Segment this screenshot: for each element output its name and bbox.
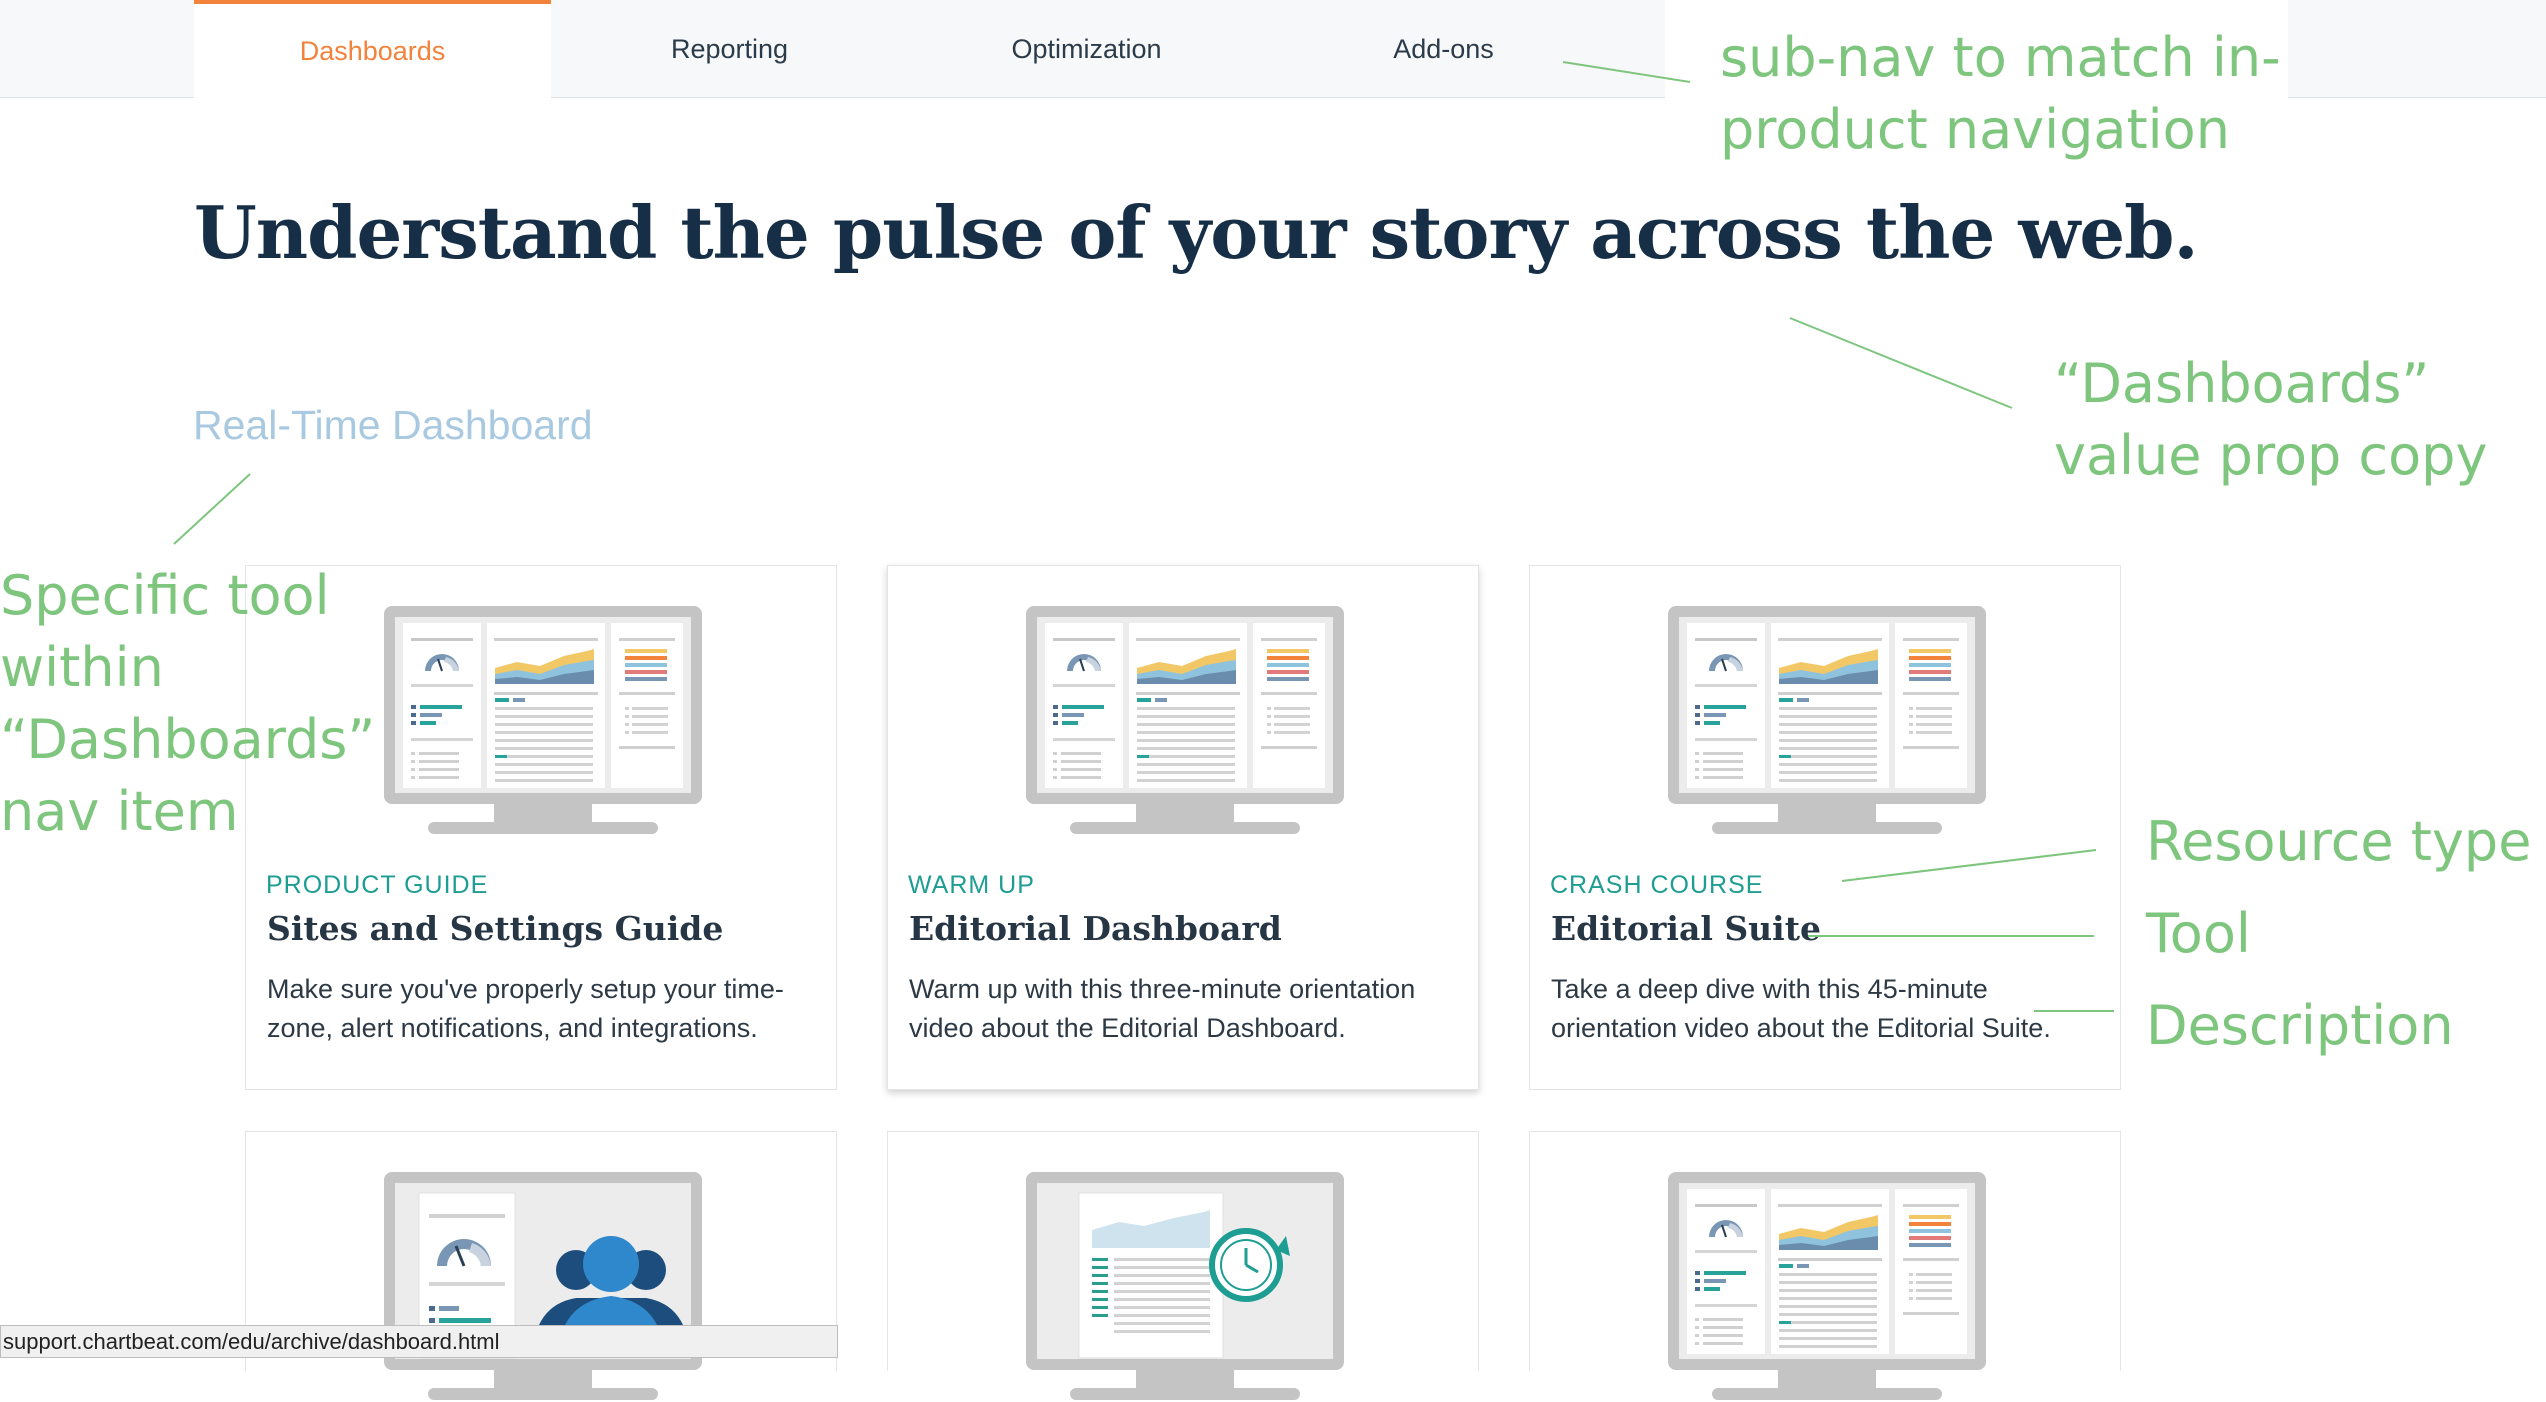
monitor-dashboard-icon (1024, 604, 1346, 836)
status-bar-url: support.chartbeat.com/edu/archive/dashbo… (0, 1325, 838, 1358)
card-description: Take a deep dive with this 45-minute ori… (1551, 974, 2051, 1043)
annotation-value-prop: “Dashboards” value prop copy (2054, 348, 2487, 492)
resource-type: PRODUCT GUIDE (266, 871, 489, 899)
tab-optimization[interactable]: Optimization (908, 0, 1265, 98)
annotation-subnav: sub-nav to match in- product navigation (1720, 22, 2281, 166)
card-description: Make sure you've properly setup your tim… (267, 974, 784, 1043)
resource-card[interactable] (1529, 1131, 2121, 1371)
annotation-line-text: product navigation (1720, 98, 2230, 161)
tab-reporting[interactable]: Reporting (551, 0, 908, 98)
tab-label: Optimization (1011, 33, 1162, 64)
card-title: Editorial Suite (1551, 909, 1821, 948)
annotation-description: Description (2146, 994, 2454, 1057)
tab-label: Dashboards (299, 35, 446, 66)
card-title: Sites and Settings Guide (267, 909, 724, 948)
annotation-line (1789, 317, 2013, 409)
monitor-dashboard-icon (1666, 1170, 1988, 1402)
resource-card[interactable] (887, 1131, 1479, 1371)
monitor-dashboard-icon (1666, 604, 1988, 836)
tab-label: Reporting (670, 33, 789, 64)
monitor-team-icon (382, 1170, 704, 1402)
resource-type: WARM UP (908, 871, 1035, 899)
annotation-line-text: sub-nav to match in- (1720, 26, 2281, 89)
resource-type: CRASH COURSE (1550, 871, 1764, 899)
annotation-line-text: value prop copy (2054, 424, 2488, 487)
annotation-line-text: “Dashboards” (2054, 352, 2430, 415)
tab-add-ons[interactable]: Add-ons (1265, 0, 1622, 98)
annotation-line-text: Specific tool (0, 564, 330, 627)
monitor-clock-report-icon (1024, 1170, 1346, 1402)
tool-label[interactable]: Real-Time Dashboard (193, 402, 593, 449)
page-title: Understand the pulse of your story acros… (194, 190, 2199, 275)
annotation-specific-tool: Specific tool within “Dashboards” nav it… (0, 560, 375, 848)
annotation-line-text: nav item (0, 780, 239, 843)
resource-card[interactable]: CRASH COURSE Editorial Suite Take a deep… (1529, 565, 2121, 1090)
annotation-line-text: “Dashboards” (0, 708, 376, 771)
tab-dashboards[interactable]: Dashboards (194, 0, 551, 98)
monitor-dashboard-icon (382, 604, 704, 836)
annotation-line (173, 473, 251, 545)
annotation-line-text: within (0, 636, 164, 699)
annotation-resource-type: Resource type (2146, 810, 2532, 873)
resource-card[interactable]: WARM UP Editorial Dashboard Warm up with… (887, 565, 1479, 1090)
tab-label: Add-ons (1393, 33, 1494, 64)
annotation-tool: Tool (2146, 902, 2251, 965)
card-title: Editorial Dashboard (909, 909, 1282, 948)
card-description: Warm up with this three-minute orientati… (909, 974, 1416, 1043)
